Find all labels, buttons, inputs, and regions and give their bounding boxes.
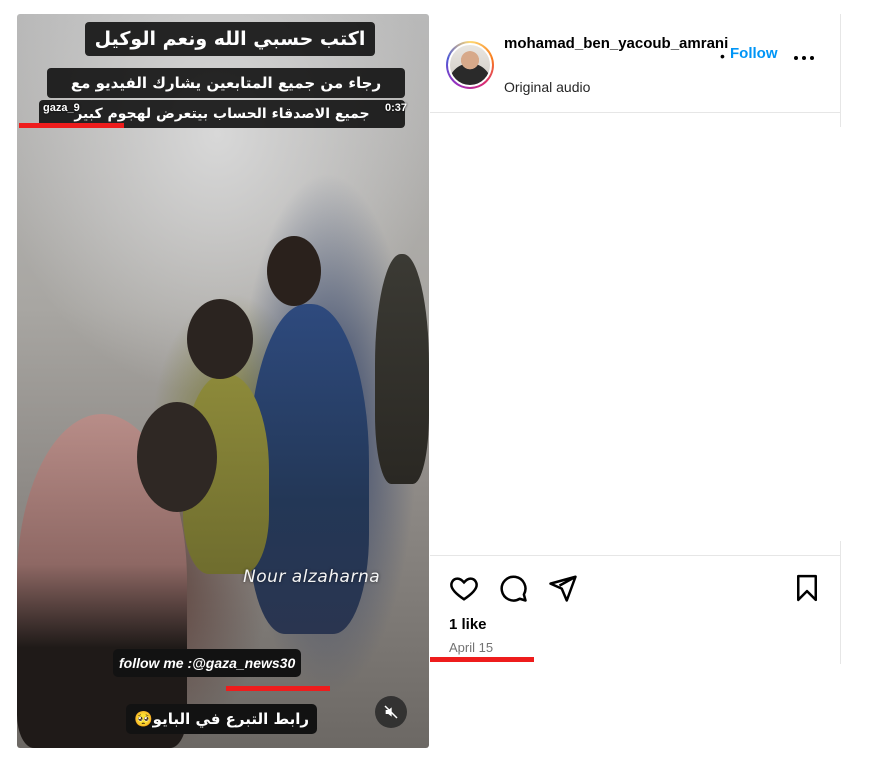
heart-icon[interactable] (449, 573, 479, 603)
panel-divider (840, 541, 841, 664)
separator-dot: • (720, 48, 725, 64)
bookmark-icon[interactable] (792, 573, 822, 603)
video-caption-line2: رجاء من جميع المتابعين يشارك الفيديو مع (47, 68, 405, 98)
video-follow-caption: follow me :@gaza_news30 (113, 649, 302, 677)
post-date[interactable]: April 15 (449, 640, 493, 655)
more-options-icon[interactable] (792, 50, 816, 66)
annotation-underline-follow (226, 686, 330, 691)
video-timestamp: 0:37 (384, 102, 407, 114)
paper-plane-icon[interactable] (548, 573, 578, 603)
scene-figure (137, 402, 217, 512)
comment-icon[interactable] (498, 573, 528, 603)
audio-label[interactable]: Original audio (504, 79, 590, 95)
post-actions: 1 like April 15 (430, 555, 841, 664)
avatar[interactable] (446, 41, 494, 89)
avatar-image (448, 43, 492, 87)
mute-toggle-button[interactable] (375, 696, 407, 728)
post-panel: mohamad_ben_yacoub_amrani • Follow Origi… (430, 14, 841, 664)
video-caption-top: اكتب حسبي الله ونعم الوكيل (85, 22, 375, 56)
speaker-muted-icon (384, 705, 398, 719)
username-link[interactable]: mohamad_ben_yacoub_amrani (504, 34, 728, 53)
panel-divider (840, 14, 841, 127)
annotation-underline-handle (19, 123, 124, 128)
likes-count[interactable]: 1 like (449, 616, 487, 633)
post-header: mohamad_ben_yacoub_amrani • Follow Origi… (430, 14, 841, 113)
video-donate-caption: رابط التبرع في البايو🥺 (126, 704, 317, 734)
video-watermark: Nour alzaharna (243, 567, 381, 587)
video-overlay-handle: gaza_9 (43, 102, 80, 114)
follow-button[interactable]: Follow (730, 45, 778, 62)
scene-figure (375, 254, 429, 484)
scene-figure (187, 299, 253, 379)
scene-figure (267, 236, 321, 306)
